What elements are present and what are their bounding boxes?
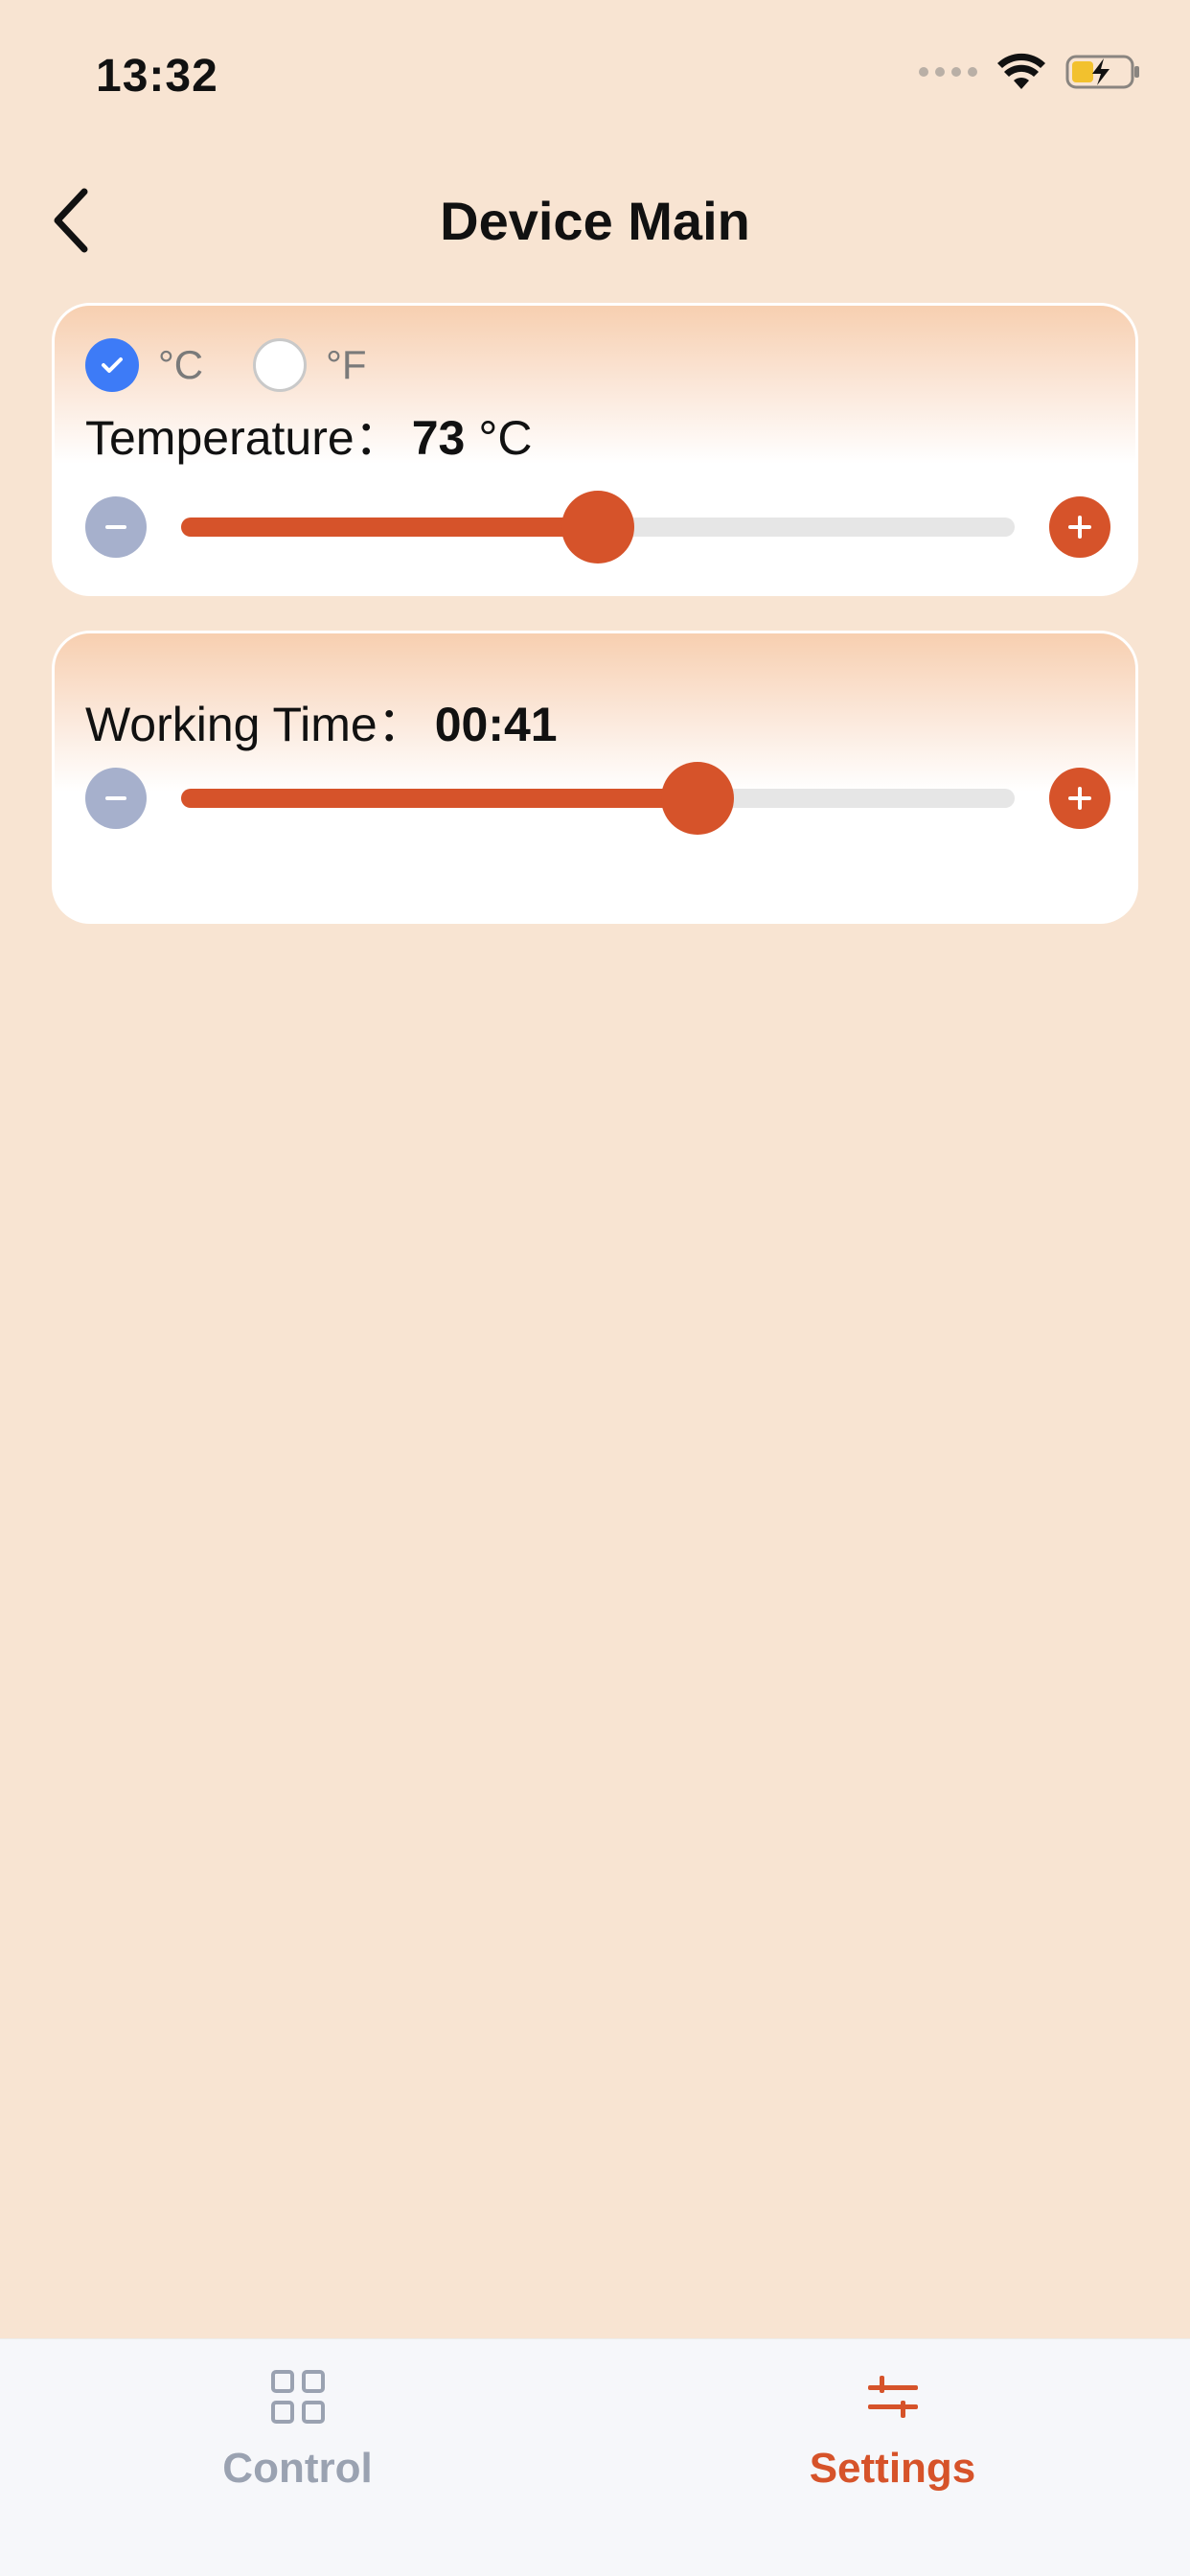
working-time-value: 00:41	[434, 698, 558, 751]
radio-unchecked-icon	[253, 338, 308, 392]
cellular-signal-icon	[919, 67, 977, 77]
battery-charging-icon	[1065, 55, 1139, 89]
page-title: Device Main	[440, 191, 750, 251]
tab-settings-label: Settings	[809, 2445, 976, 2492]
working-time-slider-row	[85, 758, 1110, 835]
tab-control-label: Control	[222, 2445, 373, 2492]
temperature-slider[interactable]	[181, 491, 1015, 564]
status-icons	[919, 53, 1142, 91]
working-time-readout: Working Time： 00:41	[85, 686, 558, 755]
temperature-decrease-button[interactable]	[85, 496, 147, 558]
tab-bar: Control Settings	[0, 2338, 1190, 2576]
temperature-unit: °C	[478, 411, 533, 465]
temperature-slider-fill	[181, 518, 598, 537]
working-time-card: Working Time： 00:41	[52, 631, 1138, 924]
sliders-icon	[867, 2376, 918, 2418]
temperature-label: Temperature：	[85, 411, 402, 465]
working-time-label: Working Time：	[85, 698, 425, 751]
grid-icon	[270, 2370, 325, 2424]
temperature-readout: Temperature： 73 °C	[85, 400, 532, 469]
working-time-slider-thumb[interactable]	[661, 762, 735, 835]
working-time-slider[interactable]	[181, 762, 1015, 835]
temperature-increase-button[interactable]	[1049, 496, 1110, 558]
status-time: 13:32	[96, 51, 218, 102]
minus-icon	[105, 796, 126, 800]
device-main-screen: 13:32 Device Main °C °F Temperature： 73 …	[0, 0, 1190, 2576]
plus-icon	[1068, 516, 1091, 539]
tab-control[interactable]: Control	[0, 2339, 595, 2576]
minus-icon	[105, 525, 126, 529]
plus-icon	[1068, 787, 1091, 810]
unit-fahrenheit-radio[interactable]: °F	[253, 338, 367, 392]
unit-fahrenheit-label: °F	[326, 342, 367, 387]
temperature-card: °C °F Temperature： 73 °C	[52, 303, 1138, 596]
unit-celsius-radio[interactable]: °C	[85, 338, 203, 392]
nav-bar: Device Main	[0, 163, 1190, 278]
working-time-increase-button[interactable]	[1049, 768, 1110, 829]
temperature-slider-row	[85, 487, 1110, 564]
status-bar: 13:32	[0, 0, 1190, 144]
working-time-slider-fill	[181, 789, 698, 808]
temperature-slider-thumb[interactable]	[561, 491, 634, 564]
unit-selector: °C °F	[85, 338, 417, 392]
radio-checked-icon	[85, 338, 139, 392]
wifi-icon	[997, 53, 1045, 89]
temperature-value: 73	[411, 411, 466, 465]
unit-celsius-label: °C	[158, 342, 204, 387]
tab-settings[interactable]: Settings	[595, 2339, 1190, 2576]
working-time-decrease-button[interactable]	[85, 768, 147, 829]
